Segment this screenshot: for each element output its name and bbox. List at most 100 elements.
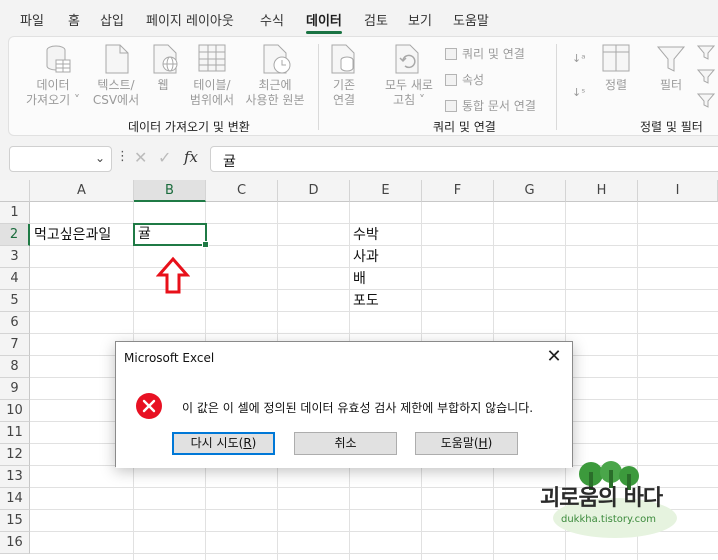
column-header-b[interactable]: B: [134, 180, 206, 202]
column-header-i[interactable]: I: [638, 180, 718, 202]
get-data-label-1: 데이터: [36, 78, 70, 92]
from-text-csv-label-1: 텍스트/: [97, 78, 135, 92]
table-icon: [198, 44, 226, 72]
get-data-button[interactable]: 데이터 가져오기 ˅: [22, 78, 84, 108]
row-header-4[interactable]: 4: [0, 268, 30, 290]
properties-icon: [445, 74, 457, 86]
cell-e2[interactable]: 수박: [353, 224, 379, 246]
filter-icon: [656, 46, 686, 72]
row-header-5[interactable]: 5: [0, 290, 30, 312]
cancel-button[interactable]: 취소: [294, 432, 397, 455]
ribbon-separator: [318, 44, 319, 130]
from-table-button[interactable]: 테이블/ 범위에서: [186, 78, 238, 108]
more-options-icon[interactable]: ⋮: [116, 149, 129, 164]
ribbon-separator: [556, 44, 557, 130]
tab-insert[interactable]: 삽입: [100, 10, 124, 30]
row-header-6[interactable]: 6: [0, 312, 30, 334]
insert-function-button[interactable]: fx: [184, 148, 198, 166]
from-text-csv-button[interactable]: 텍스트/ CSV에서: [88, 78, 144, 108]
dialog-titlebar: Microsoft Excel ✕: [116, 342, 572, 374]
row-header-13[interactable]: 13: [0, 466, 30, 488]
formula-content: 귤: [223, 154, 236, 170]
row-header-3[interactable]: 3: [0, 246, 30, 268]
gridline: [30, 553, 718, 554]
cell-e3[interactable]: 사과: [353, 246, 379, 268]
column-header-c[interactable]: C: [206, 180, 278, 202]
tab-data[interactable]: 데이터: [306, 10, 342, 34]
formula-buttons: ⋮ ✕ ✓ fx: [116, 146, 210, 172]
cell-e5[interactable]: 포도: [353, 290, 379, 312]
tab-review[interactable]: 검토: [364, 10, 388, 30]
retry-label: 다시 시도: [190, 436, 239, 450]
tab-page-layout[interactable]: 페이지 레이아웃: [146, 10, 234, 30]
tab-home[interactable]: 홈: [68, 10, 80, 30]
properties-button[interactable]: 속성: [445, 71, 484, 88]
dialog-title: Microsoft Excel: [124, 351, 215, 365]
active-cell-b2[interactable]: 귤: [133, 223, 209, 248]
queries-connections-label: 쿼리 및 연결: [462, 47, 525, 61]
database-icon: [46, 45, 71, 73]
row-header-1[interactable]: 1: [0, 202, 30, 224]
edit-links-button[interactable]: 통합 문서 연결: [445, 97, 536, 114]
filter-button[interactable]: 필터: [656, 78, 686, 93]
from-web-button[interactable]: 웹: [151, 78, 175, 93]
refresh-all-label-2: 고침 ˅: [393, 93, 425, 107]
queries-connections-button[interactable]: 쿼리 및 연결: [445, 45, 525, 62]
tab-file[interactable]: 파일: [20, 10, 44, 30]
recent-sources-button[interactable]: 최근에 사용한 원본: [240, 78, 310, 108]
column-header-e[interactable]: E: [350, 180, 422, 202]
row-header-10[interactable]: 10: [0, 400, 30, 422]
edit-links-label: 통합 문서 연결: [462, 99, 536, 113]
row-header-7[interactable]: 7: [0, 334, 30, 356]
confirm-entry-icon[interactable]: ✓: [158, 148, 171, 167]
column-header-a[interactable]: A: [30, 180, 134, 202]
row-header-11[interactable]: 11: [0, 422, 30, 444]
tab-formulas[interactable]: 수식: [260, 10, 284, 30]
group-label-sort-filter: 정렬 및 필터: [640, 120, 703, 134]
tab-view[interactable]: 보기: [408, 10, 432, 30]
row-header-9[interactable]: 9: [0, 378, 30, 400]
row-header-8[interactable]: 8: [0, 356, 30, 378]
column-header-h[interactable]: H: [566, 180, 638, 202]
close-icon[interactable]: ✕: [544, 347, 564, 367]
existing-connections-icon: [331, 44, 355, 74]
sort-descending-icon[interactable]: ↓ˢ: [572, 86, 585, 99]
help-label: 도움말: [440, 436, 474, 450]
existing-connections-label-2: 연결: [332, 93, 356, 107]
help-button[interactable]: 도움말(H): [415, 432, 518, 455]
from-table-label-2: 범위에서: [189, 93, 235, 107]
column-header-f[interactable]: F: [422, 180, 494, 202]
name-box[interactable]: ⌄: [9, 146, 112, 172]
row-header-14[interactable]: 14: [0, 488, 30, 510]
queries-icon: [445, 48, 457, 60]
sort-button[interactable]: 정렬: [602, 78, 630, 93]
cancel-entry-icon[interactable]: ✕: [134, 148, 147, 167]
tab-help[interactable]: 도움말: [453, 10, 489, 30]
retry-accesskey: R: [243, 436, 252, 450]
help-accesskey: H: [478, 436, 488, 450]
row-header-15[interactable]: 15: [0, 510, 30, 532]
text-file-icon: [105, 44, 129, 74]
refresh-all-button[interactable]: 모두 새로 고침 ˅: [378, 78, 440, 108]
column-header-g[interactable]: G: [494, 180, 566, 202]
retry-button[interactable]: 다시 시도(R): [172, 432, 275, 455]
select-all-corner[interactable]: [0, 180, 30, 202]
recent-sources-label-2: 사용한 원본: [245, 93, 305, 107]
group-label-queries: 쿼리 및 연결: [433, 120, 496, 134]
column-header-d[interactable]: D: [278, 180, 350, 202]
cell-a2[interactable]: 먹고싶은과일: [34, 224, 111, 246]
cell-b2: 귤: [138, 226, 151, 242]
menu-bar: 파일 홈 삽입 페이지 레이아웃 수식 데이터 검토 보기 도움말: [0, 0, 718, 34]
row-header-16[interactable]: 16: [0, 532, 30, 554]
properties-label: 속성: [462, 73, 485, 87]
group-label-get-data: 데이터 가져오기 및 변환: [128, 120, 250, 134]
chevron-down-icon[interactable]: ⌄: [95, 151, 105, 165]
cell-e4[interactable]: 배: [353, 268, 366, 290]
refresh-icon: [395, 44, 419, 74]
get-data-label-2: 가져오기 ˅: [26, 93, 80, 107]
existing-connections-button[interactable]: 기존 연결: [328, 78, 360, 108]
row-header-12[interactable]: 12: [0, 444, 30, 466]
sort-ascending-icon[interactable]: ↓ᵃ: [572, 52, 586, 65]
formula-input[interactable]: 귤: [210, 146, 718, 172]
row-header-2[interactable]: 2: [0, 224, 30, 246]
